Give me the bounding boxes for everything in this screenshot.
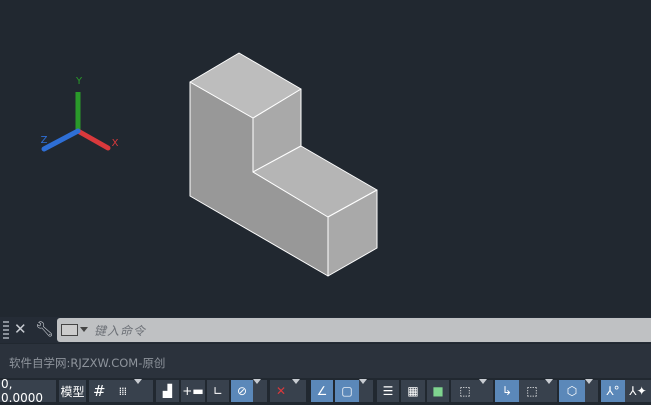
ucs-icon: Y X Z [41, 76, 119, 152]
ucs-y-label: Y [75, 76, 83, 87]
snap-icon[interactable]: ⁞⁞⁞ [119, 385, 127, 398]
chevron-down-icon[interactable] [80, 327, 88, 332]
drawing-viewport[interactable]: Y X Z [0, 0, 651, 316]
coordinates-readout[interactable]: 0, 0.0000 [0, 377, 56, 405]
polar-tracking-icon[interactable]: ⊘ [231, 380, 253, 402]
command-prompt-icon[interactable] [61, 324, 78, 336]
annotation-visibility-icon[interactable]: ⅄° [601, 380, 625, 402]
ucs-z-label: Z [41, 135, 48, 146]
gizmo-icon[interactable]: ⬡ [559, 380, 585, 402]
close-icon[interactable]: ✕ [14, 320, 27, 338]
wrench-icon[interactable]: 🔧︎ [35, 320, 54, 338]
history-text: 软件自学网:RJZXW.COM-原创 [9, 356, 166, 370]
grid-icon[interactable]: # [93, 382, 106, 400]
infer-constraints-icon[interactable]: ▟ [156, 380, 179, 402]
ortho-icon[interactable]: ∟ [207, 380, 229, 402]
chevron-down-icon[interactable] [134, 384, 148, 398]
chevron-down-icon[interactable] [479, 380, 493, 402]
object-snap-icon[interactable]: ▢ [335, 380, 359, 402]
chevron-down-icon[interactable] [545, 380, 557, 402]
lineweight-icon[interactable]: ☰ [377, 380, 399, 402]
grip-icon[interactable] [3, 321, 9, 339]
dynamic-ucs-icon[interactable]: ↳ [495, 380, 519, 402]
command-line: ✕ 🔧︎ 键入命令 [0, 317, 651, 343]
chevron-down-icon[interactable] [585, 380, 598, 402]
selection-cycling-icon[interactable]: ■ [427, 380, 449, 402]
osnap-tracking-icon[interactable]: ∠ [311, 380, 333, 402]
isodraft-icon[interactable]: ✕ [270, 380, 292, 402]
model-space-button[interactable]: 模型 [59, 380, 86, 402]
3d-osnap-icon[interactable]: ⬚ [451, 380, 479, 402]
3d-l-block[interactable] [189, 52, 378, 277]
command-history: 软件自学网:RJZXW.COM-原创 [0, 344, 651, 378]
auto-scale-icon[interactable]: ⅄✦ [625, 380, 651, 402]
ucs-x-label: X [112, 138, 119, 149]
selection-filter-icon[interactable]: ⬚ [519, 380, 545, 402]
chevron-down-icon[interactable] [359, 380, 373, 402]
command-placeholder: 键入命令 [94, 324, 147, 338]
transparency-icon[interactable]: ▦ [401, 380, 425, 402]
command-input[interactable]: 键入命令 [57, 318, 651, 342]
dynamic-input-icon[interactable]: +▬ [181, 380, 205, 402]
chevron-down-icon[interactable] [253, 380, 267, 402]
chevron-down-icon[interactable] [292, 380, 306, 402]
grid-snap-group: # ⁞⁞⁞ [89, 380, 153, 402]
status-bar: 0, 0.0000 模型 # ⁞⁞⁞ ▟ +▬ ∟ ⊘ ✕ ∠ ▢ ☰ ▦ ■ … [0, 377, 651, 405]
